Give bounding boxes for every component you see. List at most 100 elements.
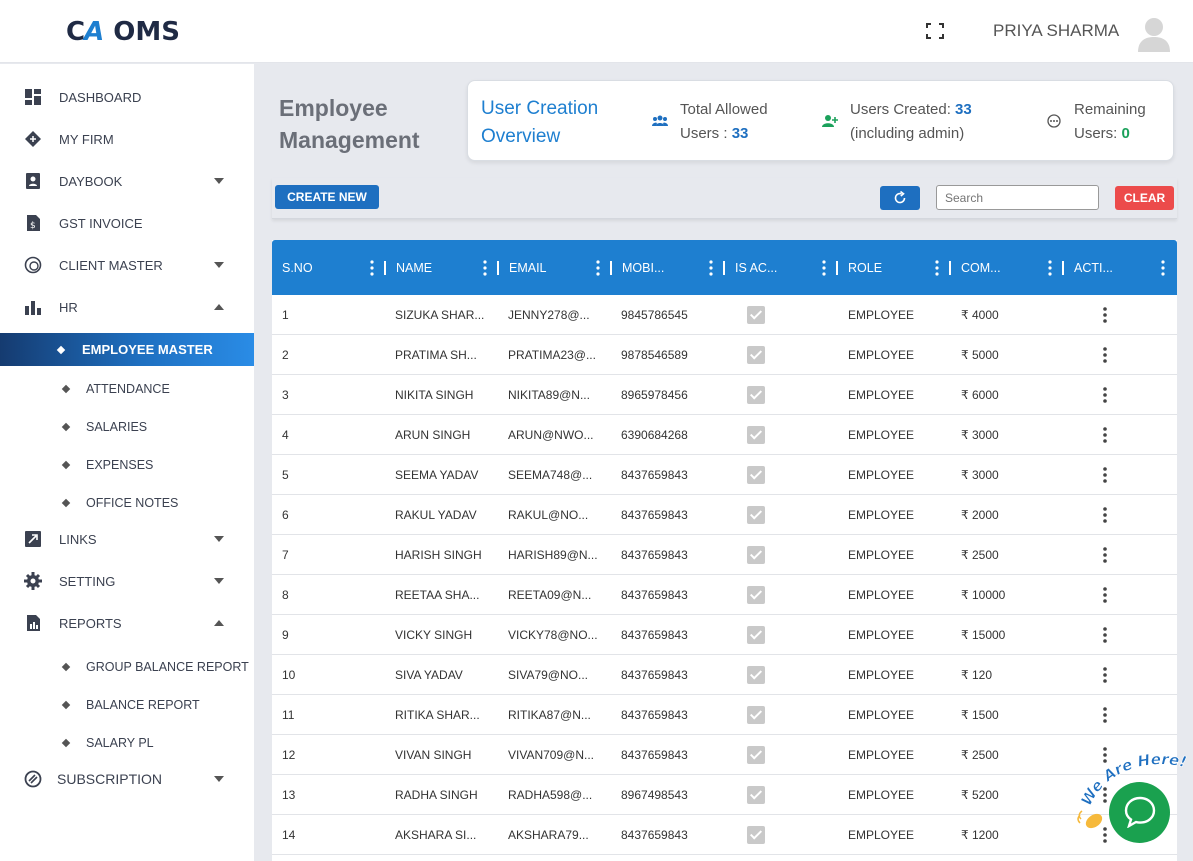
clear-button[interactable]: CLEAR [1115, 186, 1174, 210]
column-menu-icon[interactable] [596, 260, 600, 276]
active-checkbox[interactable] [747, 746, 765, 764]
active-checkbox[interactable] [747, 426, 765, 444]
sidebar-item-subscription[interactable]: SUBSCRIPTION [0, 761, 254, 797]
table-row[interactable]: 10 SIVA YADAV SIVA79@NO... 8437659843 EMPLOY… [272, 655, 1177, 695]
active-checkbox[interactable] [747, 346, 765, 364]
sidebar-item-links[interactable]: LINKS [0, 521, 254, 557]
more-actions-icon[interactable] [1103, 587, 1107, 603]
active-checkbox[interactable] [747, 386, 765, 404]
chat-button[interactable] [1109, 782, 1170, 843]
sidebar-subitem-attendance[interactable]: ATTENDANCE [0, 373, 254, 405]
sidebar-item-gst-invoice[interactable]: $ GST INVOICE [0, 205, 254, 241]
active-checkbox[interactable] [747, 626, 765, 644]
table-row[interactable]: 2 PRATIMA SH... PRATIMA23@... 9878546589 EMP… [272, 335, 1177, 375]
more-actions-icon[interactable] [1103, 307, 1107, 323]
cell-mobile: 8437659843 [621, 668, 688, 682]
column-header-sno[interactable]: S.NO [272, 240, 386, 295]
cell-mobile: 8437659843 [621, 588, 688, 602]
chevron-down-icon [214, 178, 224, 184]
sidebar-subitem-office-notes[interactable]: OFFICE NOTES [0, 487, 254, 519]
cell-email: RAKUL@NO... [508, 508, 589, 522]
column-header-role[interactable]: ROLE [838, 240, 951, 295]
sidebar-item-daybook[interactable]: DAYBOOK [0, 163, 254, 199]
cell-com: ₹ 10000 [961, 588, 1006, 602]
sidebar-subitem-salaries[interactable]: SALARIES [0, 411, 254, 443]
cell-email: PRATIMA23@... [508, 348, 596, 362]
gear-icon [24, 572, 42, 590]
sidebar-subitem-expenses[interactable]: EXPENSES [0, 449, 254, 481]
table-row[interactable]: 3 NIKITA SINGH NIKITA89@N... 8965978456 EMPL… [272, 375, 1177, 415]
column-header-name[interactable]: NAME [386, 240, 499, 295]
active-checkbox[interactable] [747, 546, 765, 564]
column-menu-icon[interactable] [822, 260, 826, 276]
app-logo[interactable]: CA OMS [66, 17, 180, 47]
table-row[interactable]: 11 RITIKA SHAR... RITIKA87@N... 8437659843 E… [272, 695, 1177, 735]
sidebar-item-hr[interactable]: HR [0, 289, 254, 325]
more-actions-icon[interactable] [1103, 627, 1107, 643]
cell-sno: 10 [282, 668, 296, 682]
column-menu-icon[interactable] [1161, 260, 1165, 276]
active-checkbox[interactable] [747, 306, 765, 324]
active-checkbox[interactable] [747, 786, 765, 804]
table-row[interactable]: 13 RADHA SINGH RADHA598@... 8967498543 EMPLO… [272, 775, 1177, 815]
cell-name: HARISH SINGH [395, 548, 482, 562]
sidebar-item-setting[interactable]: SETTING [0, 563, 254, 599]
cell-is-active [747, 415, 765, 455]
cell-is-active [747, 735, 765, 775]
sidebar-subitem-salary-pl[interactable]: SALARY PL [0, 727, 254, 759]
cell-is-active [747, 775, 765, 815]
sidebar-item-client-master[interactable]: CLIENT MASTER [0, 247, 254, 283]
table-row[interactable]: 12 VIVAN SINGH VIVAN709@N... 8437659843 EMPL… [272, 735, 1177, 775]
table-row[interactable]: 7 HARISH SINGH HARISH89@N... 8437659843 EMPL… [272, 535, 1177, 575]
column-menu-icon[interactable] [1048, 260, 1052, 276]
more-actions-icon[interactable] [1103, 387, 1107, 403]
column-header-is-active[interactable]: IS AC... [725, 240, 838, 295]
more-actions-icon[interactable] [1103, 547, 1107, 563]
refresh-button[interactable] [880, 186, 920, 210]
table-row[interactable]: 6 RAKUL YADAV RAKUL@NO... 8437659843 EMPLOYE… [272, 495, 1177, 535]
user-name[interactable]: PRIYA SHARMA [993, 21, 1119, 41]
sidebar-subitem-employee-master[interactable]: EMPLOYEE MASTER [0, 333, 254, 366]
column-menu-icon[interactable] [370, 260, 374, 276]
column-header-commission[interactable]: COM... [951, 240, 1064, 295]
column-header-actions[interactable]: ACTI... [1064, 240, 1177, 295]
more-actions-icon[interactable] [1103, 347, 1107, 363]
sidebar-item-my-firm[interactable]: MY FIRM [0, 121, 254, 157]
active-checkbox[interactable] [747, 666, 765, 684]
more-actions-icon[interactable] [1103, 427, 1107, 443]
column-header-label: ACTI... [1074, 260, 1113, 275]
more-actions-icon[interactable] [1103, 667, 1107, 683]
sidebar-item-dashboard[interactable]: DASHBOARD [0, 79, 254, 115]
more-actions-icon[interactable] [1103, 467, 1107, 483]
active-checkbox[interactable] [747, 506, 765, 524]
table-row[interactable]: 5 SEEMA YADAV SEEMA748@... 8437659843 EMPLOY… [272, 455, 1177, 495]
cell-is-active [747, 695, 765, 735]
more-actions-icon[interactable] [1103, 707, 1107, 723]
cell-mobile: 8437659843 [621, 628, 688, 642]
cell-email: VICKY78@NO... [508, 628, 598, 642]
create-new-button[interactable]: CREATE NEW [275, 185, 379, 209]
cell-mobile: 8437659843 [621, 548, 688, 562]
fullscreen-icon[interactable] [926, 23, 944, 39]
active-checkbox[interactable] [747, 586, 765, 604]
search-input[interactable] [936, 185, 1099, 210]
column-menu-icon[interactable] [709, 260, 713, 276]
top-bar: CA OMS PRIYA SHARMA [0, 0, 1193, 63]
sidebar-item-reports[interactable]: REPORTS [0, 605, 254, 641]
sidebar-subitem-balance-report[interactable]: BALANCE REPORT [0, 689, 254, 721]
active-checkbox[interactable] [747, 826, 765, 844]
column-menu-icon[interactable] [935, 260, 939, 276]
table-row[interactable]: 14 AKSHARA SI... AKSHARA79... 8437659843 EMP… [272, 815, 1177, 855]
more-actions-icon[interactable] [1103, 507, 1107, 523]
sidebar-subitem-group-balance-report[interactable]: GROUP BALANCE REPORT [0, 651, 254, 683]
column-header-email[interactable]: EMAIL [499, 240, 612, 295]
table-row[interactable]: 8 REETAA SHA... REETA09@N... 8437659843 EMPL… [272, 575, 1177, 615]
active-checkbox[interactable] [747, 706, 765, 724]
table-row[interactable]: 9 VICKY SINGH VICKY78@NO... 8437659843 EMPLO… [272, 615, 1177, 655]
column-menu-icon[interactable] [483, 260, 487, 276]
table-row[interactable]: 4 ARUN SINGH ARUN@NWO... 6390684268 EMPLOYEE… [272, 415, 1177, 455]
active-checkbox[interactable] [747, 466, 765, 484]
table-row[interactable]: 1 SIZUKA SHAR... JENNY278@... 9845786545 EMP… [272, 295, 1177, 335]
avatar[interactable] [1136, 14, 1172, 52]
column-header-mobile[interactable]: MOBI... [612, 240, 725, 295]
